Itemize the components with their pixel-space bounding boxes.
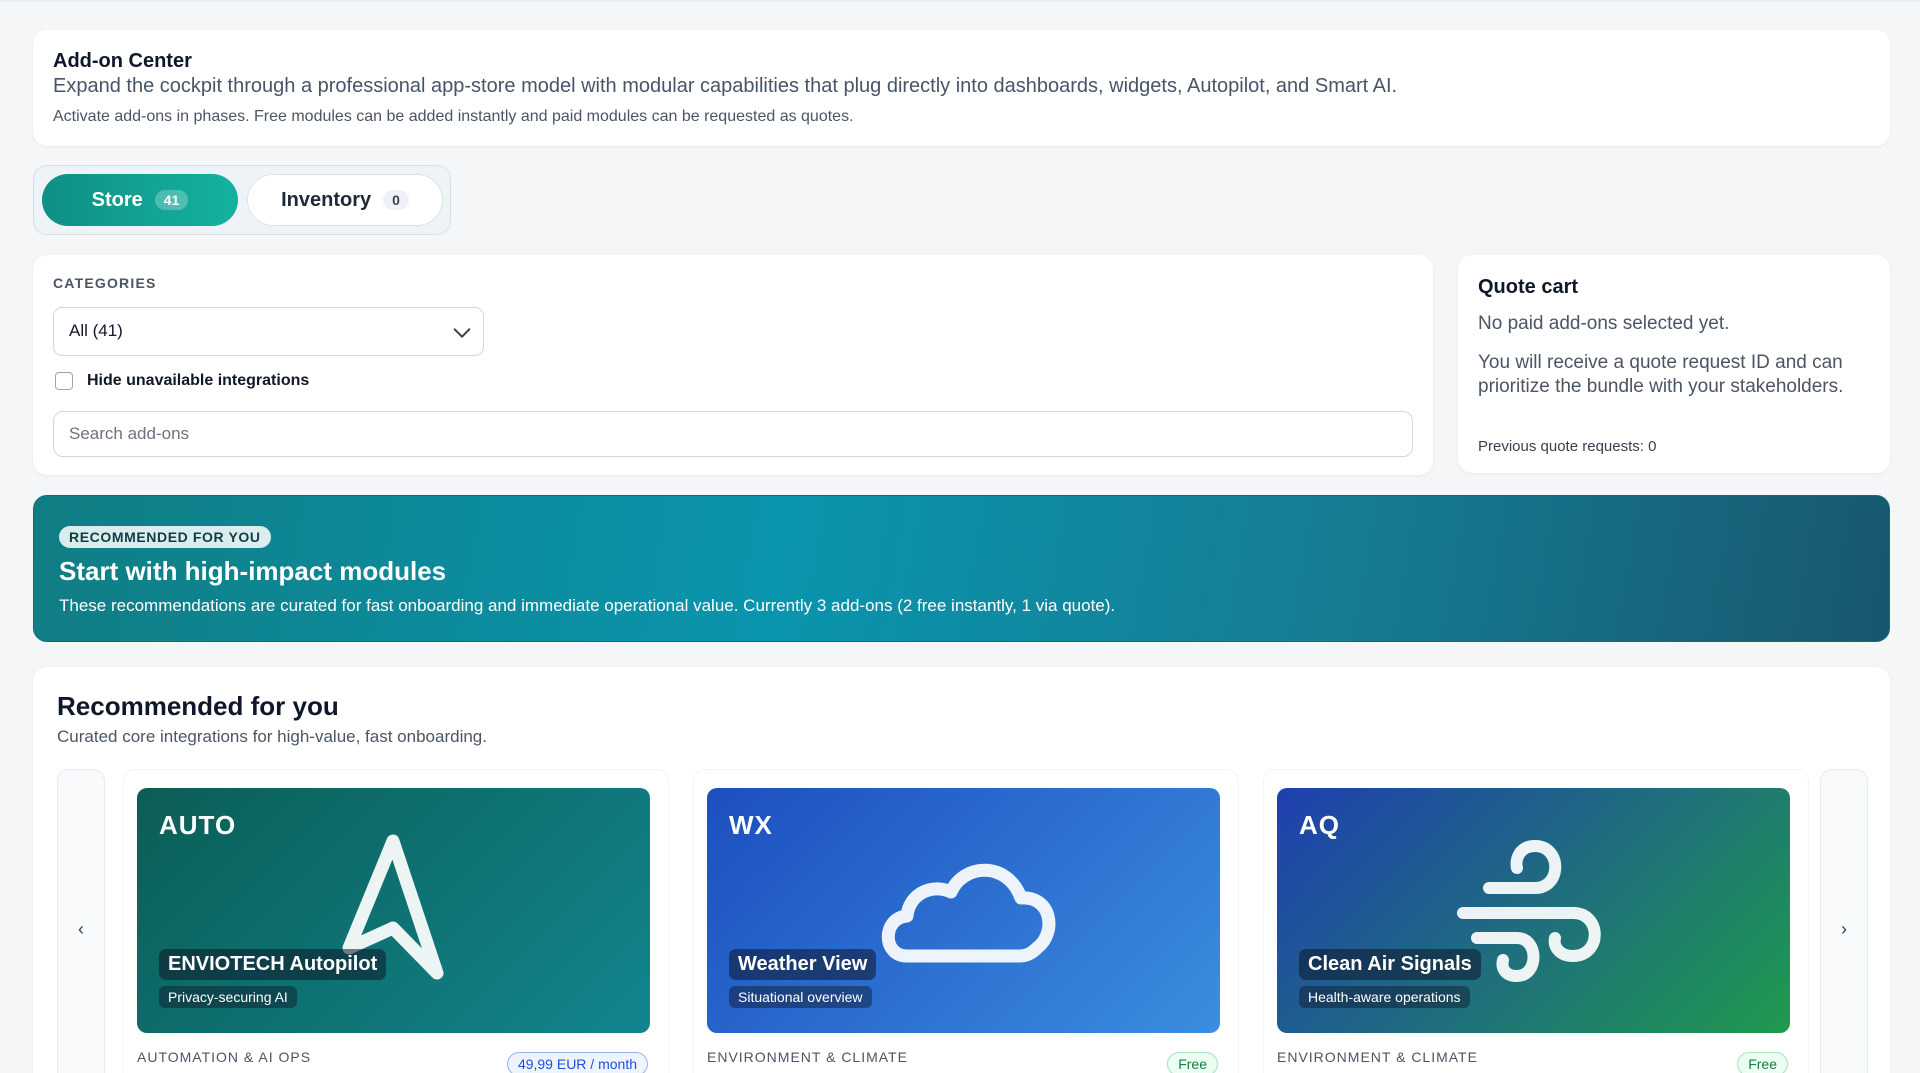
view-tabs: Store 41 Inventory 0 [33, 165, 451, 235]
carousel-prev-button[interactable]: ‹ [57, 769, 105, 1073]
tab-store[interactable]: Store 41 [42, 174, 238, 226]
addon-hero[interactable]: AQ Clean Air Signals Health-aware operat… [1277, 788, 1790, 1033]
addon-category: ENVIRONMENT & CLIMATE [1277, 1049, 1478, 1065]
quote-cart-empty: No paid add-ons selected yet. [1478, 313, 1730, 334]
tab-inventory[interactable]: Inventory 0 [247, 174, 443, 226]
filters-panel: CATEGORIES All (41) Hide unavailable int… [33, 255, 1433, 475]
category-select[interactable]: All (41) [53, 307, 484, 356]
addon-hero[interactable]: WX Weather View Situational overview [707, 788, 1220, 1033]
quote-cart-previous: Previous quote requests: 0 [1478, 438, 1657, 455]
chevron-left-icon: ‹ [78, 918, 84, 939]
chevron-right-icon: › [1841, 918, 1847, 939]
recommended-subtitle: Curated core integrations for high-value… [57, 727, 487, 746]
banner-title: Start with high-impact modules [59, 556, 447, 586]
addon-center-header: Add-on Center Expand the cockpit through… [33, 30, 1890, 146]
addon-name: ENVIOTECH Autopilot [159, 949, 387, 980]
recommended-section: Recommended for you Curated core integra… [33, 667, 1890, 1073]
addon-tag: Situational overview [729, 986, 872, 1008]
addon-name: Clean Air Signals [1299, 949, 1481, 980]
quote-cart-info: You will receive a quote request ID and … [1478, 352, 1844, 397]
addon-name: Weather View [729, 949, 877, 980]
addon-tag: Privacy-securing AI [159, 986, 297, 1008]
price-badge: Free [1737, 1052, 1788, 1073]
quote-cart-panel: Quote cart No paid add-ons selected yet.… [1458, 255, 1890, 473]
category-select-value: All (41) [69, 321, 123, 340]
banner-subtitle: These recommendations are curated for fa… [59, 596, 1116, 615]
hide-unavailable-label: Hide unavailable integrations [87, 372, 310, 389]
tab-store-label: Store [91, 188, 143, 211]
addon-card[interactable]: AQ Clean Air Signals Health-aware operat… [1263, 769, 1809, 1073]
addon-card[interactable]: AUTO ENVIOTECH Autopilot Privacy-securin… [123, 769, 669, 1073]
price-badge: 49,99 EUR / month [506, 1052, 648, 1073]
tab-inventory-count: 0 [383, 190, 409, 210]
addon-code: AQ [1299, 810, 1340, 840]
addon-category: AUTOMATION & AI OPS [137, 1049, 312, 1065]
price-badge: Free [1167, 1052, 1218, 1073]
hide-unavailable-checkbox[interactable] [55, 372, 73, 390]
page-subtitle: Expand the cockpit through a professiona… [53, 75, 1398, 97]
addon-hero[interactable]: AUTO ENVIOTECH Autopilot Privacy-securin… [137, 788, 650, 1033]
categories-label: CATEGORIES [53, 275, 157, 291]
recommended-title: Recommended for you [57, 691, 339, 721]
carousel-next-button[interactable]: › [1820, 769, 1868, 1073]
chevron-down-icon [453, 328, 471, 338]
hide-unavailable-toggle[interactable]: Hide unavailable integrations [55, 372, 309, 390]
quote-cart-title: Quote cart [1478, 276, 1579, 298]
tab-store-count: 41 [154, 190, 189, 210]
page-note: Activate add-ons in phases. Free modules… [53, 108, 854, 125]
addon-tag: Health-aware operations [1299, 986, 1470, 1008]
tab-inventory-label: Inventory [281, 188, 372, 211]
addon-code: WX [729, 810, 773, 840]
search-input[interactable] [53, 411, 1413, 457]
page-title: Add-on Center [53, 50, 192, 72]
top-border [0, 0, 1920, 2]
addon-card[interactable]: WX Weather View Situational overview ENV… [693, 769, 1239, 1073]
recommendation-banner: RECOMMENDED FOR YOU Start with high-impa… [33, 495, 1890, 642]
banner-pill: RECOMMENDED FOR YOU [59, 526, 271, 548]
addon-category: ENVIRONMENT & CLIMATE [707, 1049, 908, 1065]
addon-code: AUTO [159, 810, 237, 840]
